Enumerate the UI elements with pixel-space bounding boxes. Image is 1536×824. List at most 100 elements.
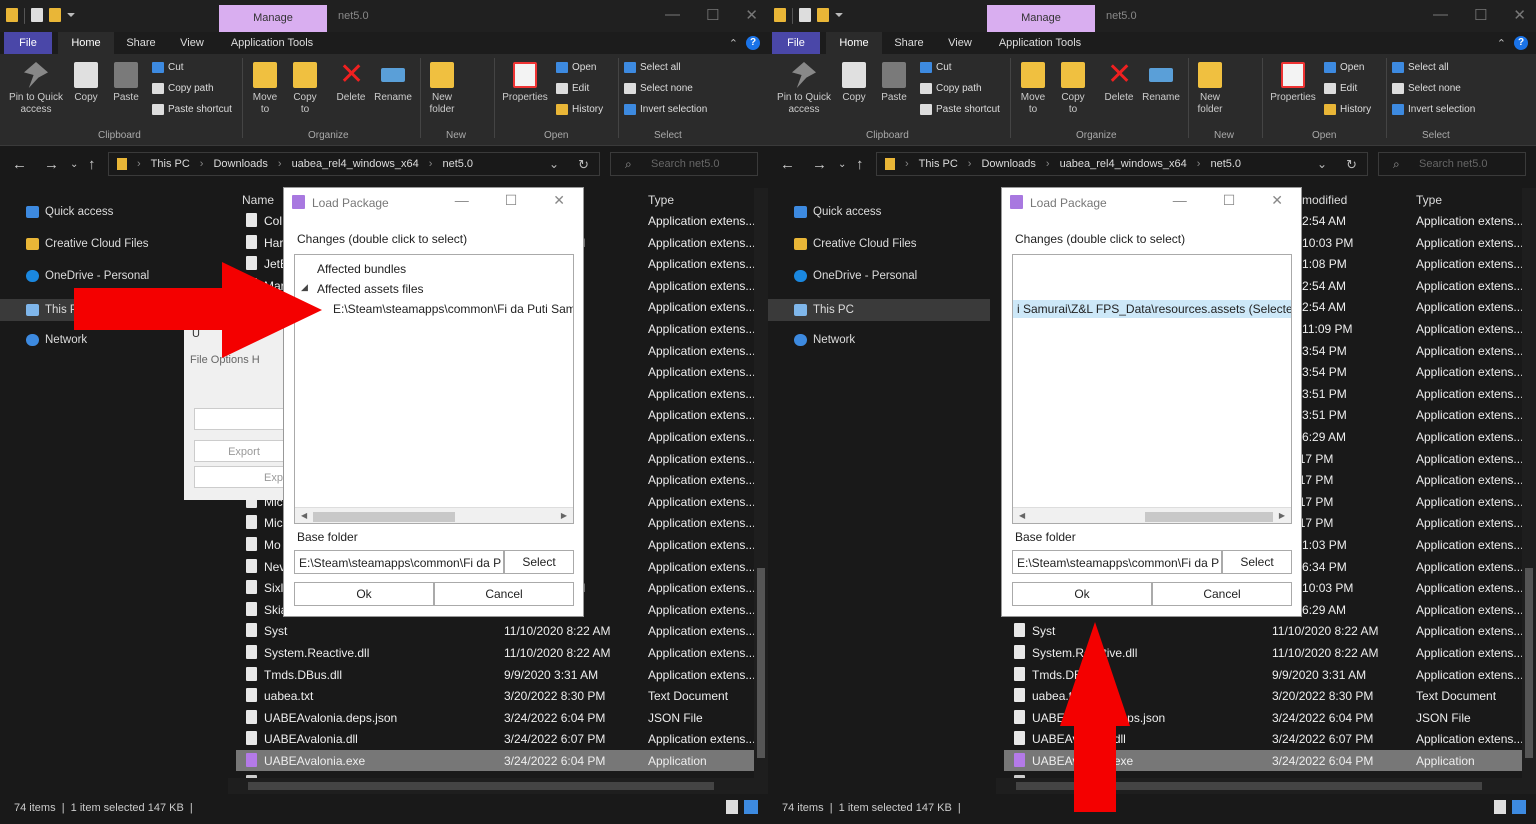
history-button[interactable]: History (556, 104, 603, 115)
cancel-button[interactable]: Cancel (434, 582, 574, 606)
quick-access-toolbar[interactable] (6, 8, 75, 24)
horizontal-scrollbar[interactable] (228, 778, 754, 794)
changes-tree[interactable]: i Samurai\Z&L FPS_Data\resources.assets … (1012, 254, 1292, 524)
close-icon[interactable]: ✕ (1271, 192, 1283, 209)
new-folder-button[interactable]: New folder (424, 62, 460, 116)
tab-manage[interactable]: Manage (219, 5, 327, 32)
cut-button[interactable]: Cut (920, 62, 952, 73)
base-folder-input[interactable]: E:\Steam\steamapps\common\Fi da P (1012, 550, 1222, 574)
base-folder-input[interactable]: E:\Steam\steamapps\common\Fi da P (294, 550, 504, 574)
table-row[interactable]: uabea.txt 3/20/2022 8:30 PM Text Document (236, 685, 754, 706)
maximize-icon[interactable]: ☐ (706, 6, 719, 24)
new-folder-button[interactable]: New folder (1192, 62, 1228, 116)
open-button[interactable]: Open (1324, 62, 1364, 73)
tab-share[interactable]: Share (120, 32, 162, 54)
refresh-icon[interactable]: ↻ (1346, 157, 1357, 173)
breadcrumb-uabea[interactable]: uabea_rel4_windows_x64 (1060, 158, 1187, 170)
tab-home[interactable]: Home (826, 32, 882, 54)
breadcrumb-downloads[interactable]: Downloads (213, 158, 267, 170)
new-folder-icon[interactable] (49, 8, 61, 22)
quick-access-toolbar[interactable] (774, 8, 843, 24)
rename-button[interactable]: Rename (372, 62, 414, 104)
tree-horizontal-scrollbar[interactable]: ◀ ▶ (295, 507, 573, 523)
forward-arrow-icon[interactable]: → (44, 156, 59, 173)
tab-file[interactable]: File (772, 32, 820, 54)
vertical-scrollbar[interactable] (1522, 188, 1536, 794)
cut-button[interactable]: Cut (152, 62, 184, 73)
minimize-icon[interactable]: — (665, 6, 680, 24)
breadcrumb-downloads[interactable]: Downloads (981, 158, 1035, 170)
tab-home[interactable]: Home (58, 32, 114, 54)
chevron-down-icon[interactable]: ⌄ (549, 157, 559, 171)
scroll-right-icon[interactable]: ▶ (1279, 511, 1285, 520)
vertical-scrollbar[interactable] (754, 188, 768, 794)
nav-onedrive[interactable]: OneDrive - Personal (794, 270, 917, 282)
tree-node-assets[interactable]: Affected assets files (317, 282, 424, 296)
breadcrumb-uabea[interactable]: uabea_rel4_windows_x64 (292, 158, 419, 170)
minimize-icon[interactable]: — (1433, 6, 1448, 24)
column-type[interactable]: Type (648, 193, 674, 207)
chevron-down-icon[interactable]: ⌄ (1317, 157, 1327, 171)
edit-button[interactable]: Edit (1324, 83, 1357, 94)
nav-creative-cloud[interactable]: Creative Cloud Files (26, 238, 149, 250)
tab-application-tools[interactable]: Application Tools (990, 32, 1090, 54)
tab-view[interactable]: View (170, 32, 214, 54)
delete-button[interactable]: ✕ Delete (1102, 60, 1136, 104)
forward-arrow-icon[interactable]: → (812, 156, 827, 173)
breadcrumb-this-pc[interactable]: This PC (919, 158, 958, 170)
export-button[interactable]: Export (194, 440, 294, 462)
table-row[interactable]: UABEAvalonia.deps.json 3/24/2022 6:04 PM J… (236, 707, 754, 728)
breadcrumb-net5[interactable]: net5.0 (442, 158, 473, 170)
table-row[interactable]: UABEAvalonia.exe 3/24/2022 6:04 PM Applica… (236, 750, 754, 771)
paste-button[interactable]: Paste (878, 62, 910, 104)
select-button[interactable]: Select (1222, 550, 1292, 574)
paste-shortcut-button[interactable]: Paste shortcut (152, 104, 232, 115)
address-bar[interactable]: › This PC › Downloads › uabea_rel4_windows… (108, 152, 600, 176)
nav-quick-access[interactable]: Quick access (794, 206, 881, 218)
minimize-icon[interactable]: — (455, 192, 469, 209)
edit-button[interactable]: Edit (556, 83, 589, 94)
nav-network[interactable]: Network (26, 334, 87, 346)
tab-application-tools[interactable]: Application Tools (222, 32, 322, 54)
address-bar[interactable]: › This PC › Downloads › uabea_rel4_windows… (876, 152, 1368, 176)
up-arrow-icon[interactable]: ↑ (856, 156, 864, 173)
changes-tree[interactable]: Affected bundles ◢ Affected assets files… (294, 254, 574, 524)
chevron-down-icon[interactable] (67, 13, 75, 21)
move-to-button[interactable]: Move to (1016, 62, 1050, 116)
select-none-button[interactable]: Select none (624, 83, 693, 94)
recent-chevron-icon[interactable]: ⌄ (838, 159, 846, 170)
breadcrumb-this-pc[interactable]: This PC (151, 158, 190, 170)
large-icons-view-icon[interactable] (1512, 800, 1526, 814)
column-type[interactable]: Type (1416, 193, 1442, 207)
scroll-left-icon[interactable]: ◀ (1019, 511, 1025, 520)
select-none-button[interactable]: Select none (1392, 83, 1461, 94)
table-row[interactable]: Syst 11/10/2020 8:22 AM Application extens… (236, 620, 754, 641)
up-arrow-icon[interactable]: ↑ (88, 156, 96, 173)
nav-this-pc[interactable]: This PC (768, 299, 990, 321)
details-view-icon[interactable] (726, 800, 738, 814)
tree-node-asset-file[interactable]: E:\Steam\steamapps\common\Fi da Puti Sam… (333, 302, 573, 316)
invert-selection-button[interactable]: Invert selection (624, 104, 707, 115)
select-all-button[interactable]: Select all (1392, 62, 1449, 73)
help-icon[interactable]: ? (1514, 36, 1528, 50)
copy-to-button[interactable]: Copy to (1056, 62, 1090, 116)
properties-button[interactable]: Properties (498, 62, 552, 104)
chevron-up-icon[interactable]: ⌃ (729, 37, 738, 50)
ok-button[interactable]: Ok (1012, 582, 1152, 606)
tab-share[interactable]: Share (888, 32, 930, 54)
tab-view[interactable]: View (938, 32, 982, 54)
paste-button[interactable]: Paste (110, 62, 142, 104)
ok-button[interactable]: Ok (294, 582, 434, 606)
help-icon[interactable]: ? (746, 36, 760, 50)
search-box[interactable]: ⌕ Search net5.0 (610, 152, 758, 176)
tab-file[interactable]: File (4, 32, 52, 54)
expand-triangle-icon[interactable]: ◢ (301, 282, 308, 293)
maximize-icon[interactable]: ☐ (1474, 6, 1487, 24)
properties-icon[interactable] (31, 8, 43, 22)
tree-node-asset-file-selected[interactable]: i Samurai\Z&L FPS_Data\resources.assets … (1013, 300, 1291, 318)
properties-icon[interactable] (799, 8, 811, 22)
copy-path-button[interactable]: Copy path (920, 83, 982, 94)
copy-button[interactable]: Copy (838, 62, 870, 104)
chevron-up-icon[interactable]: ⌃ (1497, 37, 1506, 50)
table-row[interactable]: Syst 11/10/2020 8:22 AM Application extens… (1004, 620, 1522, 641)
